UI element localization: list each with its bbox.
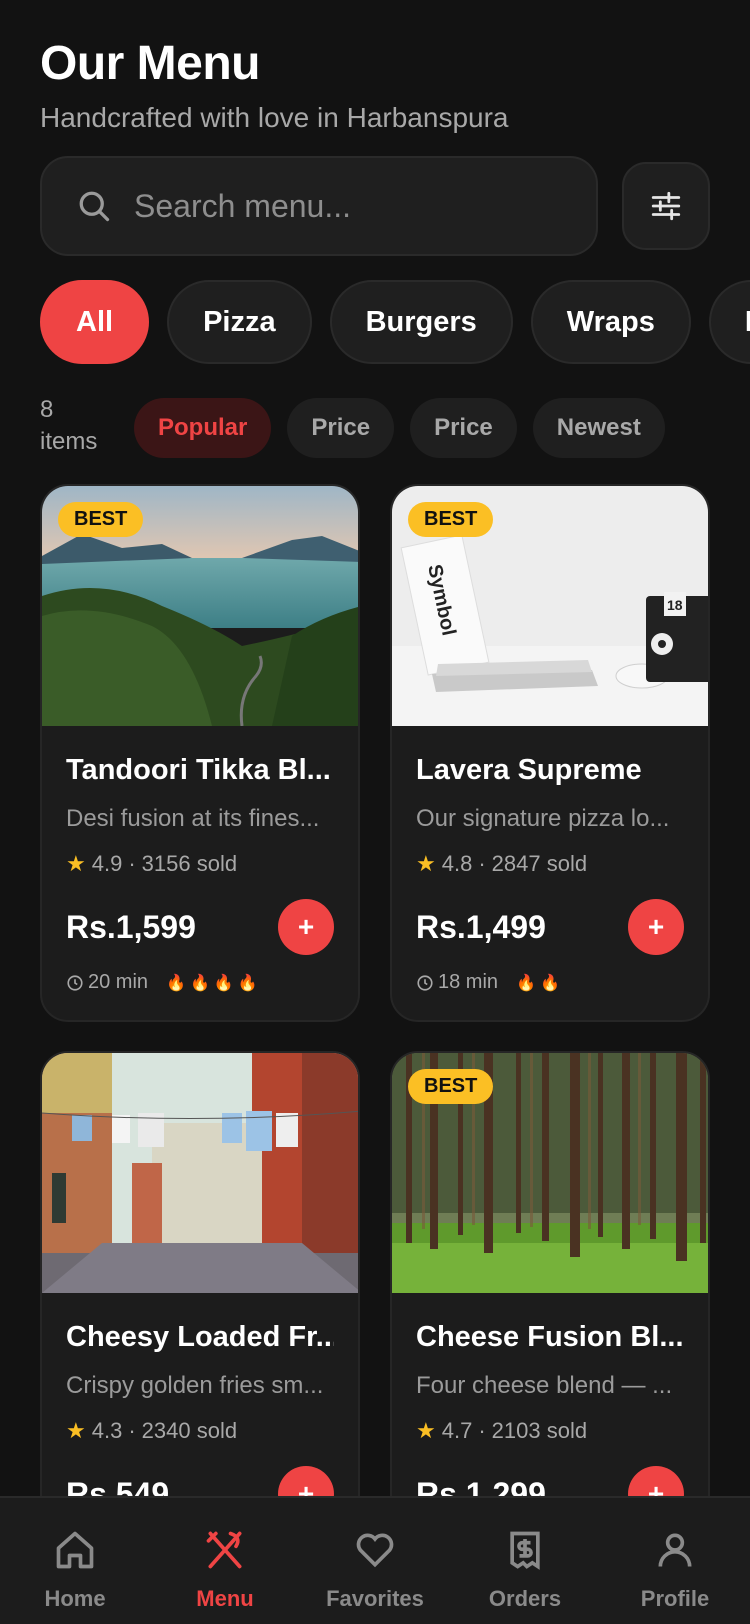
star-icon: ★ (416, 1418, 436, 1443)
item-rating: ★ 4.8 · 2847 sold (416, 851, 684, 877)
best-badge: BEST (408, 502, 494, 537)
prep-time-value: 18 min (438, 971, 499, 993)
nav-menu[interactable]: Menu (150, 1498, 300, 1624)
item-price: Rs.1,499 (416, 908, 546, 945)
category-burgers[interactable]: Burgers (329, 280, 513, 364)
item-name: Tandoori Tikka Bl... (66, 754, 331, 786)
category-wraps[interactable]: Wraps (530, 280, 691, 364)
rating-separator: · (478, 851, 486, 876)
street-image (42, 1053, 358, 1293)
nav-home[interactable]: Home (0, 1498, 150, 1624)
rating-value: 4.8 (441, 851, 473, 876)
star-icon: ★ (416, 851, 436, 876)
search-bar[interactable] (40, 156, 598, 256)
spice-level: 🔥🔥 (516, 973, 564, 993)
prep-time: 18 min (416, 971, 498, 994)
item-description: Our signature pizza lo... (416, 805, 670, 832)
home-icon (56, 1531, 94, 1569)
sold-count: 2340 sold (141, 1418, 238, 1443)
utensils-icon (206, 1531, 242, 1569)
rating-value: 4.9 (91, 851, 123, 876)
prep-time: 20 min (66, 971, 148, 994)
item-rating: ★ 4.9 · 3156 sold (66, 851, 334, 877)
item-count-label: items (40, 428, 98, 455)
nav-orders[interactable]: Orders (450, 1498, 600, 1624)
search-icon (79, 191, 110, 222)
nav-label: Profile (640, 1586, 710, 1611)
category-tabs: All Pizza Burgers Wraps Loa (40, 280, 750, 364)
item-count: 8 items (40, 394, 120, 458)
nav-label: Favorites (326, 1586, 424, 1611)
item-name: Lavera Supreme (416, 754, 642, 786)
flame-icon: 🔥 (166, 974, 190, 992)
sort-chips: Popular Price Price Newest (134, 398, 665, 458)
item-description: Four cheese blend — ... (416, 1372, 673, 1399)
rating-value: 4.7 (441, 1418, 473, 1443)
nav-label: Orders (488, 1586, 562, 1611)
menu-card[interactable]: Cheesy Loaded Fr... Crispy golden fries … (40, 1051, 360, 1524)
item-price: Rs.1,599 (66, 908, 196, 945)
sold-count: 2103 sold (491, 1418, 588, 1443)
best-badge: BEST (408, 1069, 494, 1104)
rating-separator: · (478, 1418, 486, 1443)
user-icon (658, 1533, 692, 1567)
category-all[interactable]: All (40, 280, 150, 364)
search-input[interactable] (134, 187, 554, 225)
item-rating: ★ 4.3 · 2340 sold (66, 1418, 334, 1444)
rating-value: 4.3 (91, 1418, 123, 1443)
item-description: Crispy golden fries sm... (66, 1372, 324, 1399)
rating-separator: · (128, 851, 136, 876)
flame-icon: 🔥 (516, 974, 540, 992)
item-rating: ★ 4.7 · 2103 sold (416, 1418, 684, 1444)
sort-price-low[interactable]: Price (287, 398, 395, 458)
item-name: Cheese Fusion Bl... (416, 1321, 684, 1353)
food-image: BEST (392, 1053, 708, 1293)
item-count-number: 8 (40, 396, 54, 423)
star-icon: ★ (66, 851, 86, 876)
sort-popular[interactable]: Popular (134, 398, 272, 458)
sold-count: 2847 sold (491, 851, 588, 876)
badge-number-text: 18 (667, 597, 683, 613)
filter-button[interactable] (622, 162, 710, 250)
item-name: Cheesy Loaded Fr... (66, 1321, 334, 1353)
clock-icon (67, 974, 83, 991)
add-to-cart-button[interactable]: + (628, 899, 684, 955)
menu-card[interactable]: BEST Tandoori Tikka Bl... Desi fusion at… (40, 484, 360, 1022)
page-subtitle: Handcrafted with love in Harbanspura (40, 102, 509, 133)
menu-screen: Our Menu Handcrafted with love in Harban… (0, 0, 750, 1624)
spice-level: 🔥🔥🔥🔥 (166, 973, 262, 993)
menu-card[interactable]: BEST Cheese Fusion Bl... Four cheese ble… (390, 1051, 710, 1524)
flame-icon: 🔥 (237, 974, 262, 992)
rating-separator: · (128, 1418, 136, 1443)
category-loaded[interactable]: Loa (708, 280, 750, 364)
item-description: Desi fusion at its fines... (66, 805, 320, 832)
prep-time-value: 20 min (88, 971, 149, 993)
menu-card[interactable]: Symbol 18 BEST Lavera Supreme Our signat… (390, 484, 710, 1022)
heart-icon (356, 1533, 394, 1568)
receipt-icon (510, 1531, 540, 1570)
sliders-icon (651, 191, 681, 221)
nav-favorites[interactable]: Favorites (300, 1498, 450, 1624)
flame-icon: 🔥 (213, 974, 238, 992)
add-to-cart-button[interactable]: + (278, 899, 334, 955)
bottom-nav: Home Menu Favorites Orders Profile (0, 1496, 750, 1624)
flame-icon: 🔥 (539, 974, 564, 992)
sold-count: 3156 sold (141, 851, 238, 876)
best-badge: BEST (58, 502, 144, 537)
page-title: Our Menu (40, 37, 261, 90)
food-image (42, 1053, 358, 1293)
food-image: Symbol 18 BEST (392, 486, 708, 726)
star-icon: ★ (66, 1418, 86, 1443)
sort-price-high[interactable]: Price (410, 398, 517, 458)
sort-newest[interactable]: Newest (532, 398, 665, 458)
flame-icon: 🔥 (189, 974, 214, 992)
nav-label: Menu (196, 1586, 254, 1611)
nav-label: Home (44, 1586, 106, 1611)
category-pizza[interactable]: Pizza (167, 280, 312, 364)
food-image: BEST (42, 486, 358, 726)
clock-icon (417, 974, 433, 991)
nav-profile[interactable]: Profile (600, 1498, 750, 1624)
